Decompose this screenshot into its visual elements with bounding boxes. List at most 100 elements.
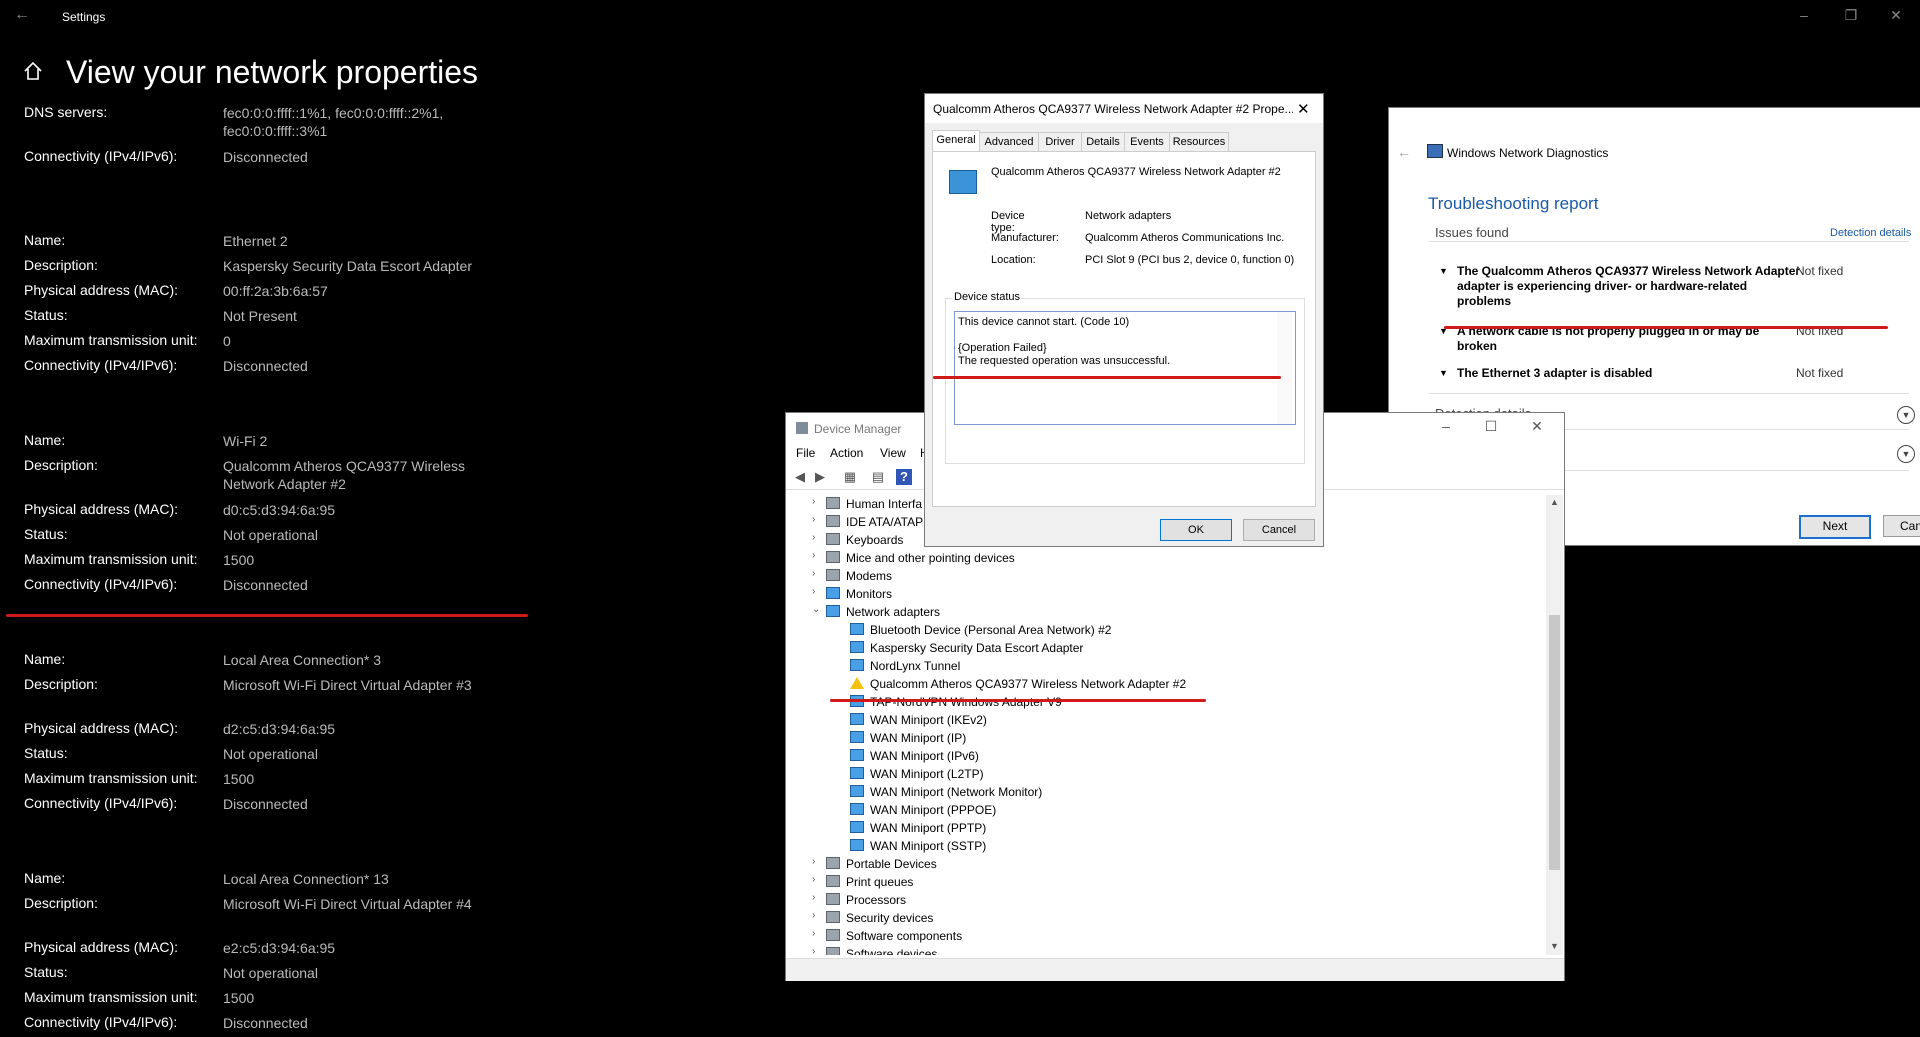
chevron-right-icon[interactable]: › [812, 856, 822, 867]
close-icon[interactable]: ✕ [1881, 7, 1911, 24]
chevron-down-icon[interactable]: ▼ [1897, 406, 1915, 424]
property-label: DNS servers: [24, 104, 108, 120]
chevron-right-icon[interactable]: › [812, 892, 822, 903]
tab-events[interactable]: Events [1124, 132, 1170, 151]
network-adapter-icon [850, 731, 864, 743]
scroll-thumb[interactable] [1549, 615, 1560, 870]
forward-arrow-icon[interactable]: ▶ [812, 469, 828, 485]
collapse-triangle-icon[interactable]: ▼ [1439, 266, 1448, 276]
menu-view[interactable]: View [880, 446, 906, 460]
console-tree-icon[interactable]: ▦ [842, 469, 858, 485]
property-label: Connectivity (IPv4/IPv6): [24, 576, 178, 592]
network-adapter-icon [850, 713, 864, 725]
tab-details[interactable]: Details [1081, 132, 1125, 151]
warning-icon [850, 677, 864, 689]
property-label: Name: [24, 232, 66, 248]
page-title: View your network properties [66, 54, 479, 90]
tab-general[interactable]: General [932, 130, 980, 152]
scroll-up-icon[interactable]: ▲ [1546, 497, 1563, 507]
chevron-right-icon[interactable]: › [812, 514, 822, 525]
node-label: Kaspersky Security Data Escort Adapter [870, 641, 1084, 655]
network-adapter-icon [850, 821, 864, 833]
property-value: Not operational [223, 746, 318, 762]
annotation-underline [933, 376, 1281, 379]
network-adapter-icon [850, 803, 864, 815]
annotation-underline [830, 699, 1206, 702]
network-adapter-icon [850, 839, 864, 851]
cancel-button[interactable]: Cancel [1243, 519, 1315, 541]
collapse-triangle-icon[interactable]: ▼ [1439, 368, 1448, 378]
home-icon[interactable] [22, 60, 44, 82]
property-value: fec0:0:0:ffff::1%1, fec0:0:0:ffff::2%1, … [223, 105, 444, 139]
app-title: Windows Network Diagnostics [1447, 146, 1609, 160]
menu-action[interactable]: Action [830, 446, 863, 460]
chevron-right-icon[interactable]: › [812, 550, 822, 561]
status-line: The requested operation was unsuccessful… [958, 355, 1171, 367]
property-value: Not operational [223, 965, 318, 981]
node-label: Security devices [846, 911, 934, 925]
manufacturer-label: Manufacturer: [991, 232, 1059, 244]
issue-status: Not fixed [1796, 366, 1844, 380]
close-icon[interactable]: ✕ [1522, 418, 1552, 435]
next-button[interactable]: Next [1799, 515, 1871, 539]
minimize-icon[interactable]: – [1789, 7, 1819, 23]
node-label: WAN Miniport (Network Monitor) [870, 785, 1043, 799]
device-status-label: Device status [952, 291, 1023, 303]
chevron-right-icon[interactable]: › [812, 568, 822, 579]
node-label: Portable Devices [846, 857, 937, 871]
back-arrow-icon[interactable]: ◀ [792, 469, 808, 485]
tab-resources[interactable]: Resources [1169, 132, 1229, 151]
network-adapter-icon [850, 785, 864, 797]
vertical-scrollbar[interactable]: ▲ ▼ [1546, 495, 1563, 955]
chevron-down-icon[interactable]: ▼ [1897, 445, 1915, 463]
property-value: Kaspersky Security Data Escort Adapter [223, 258, 472, 274]
device-category-icon [826, 497, 840, 509]
property-value: 1500 [223, 552, 255, 568]
device-category-icon [826, 893, 840, 905]
property-label: Maximum transmission unit: [24, 332, 198, 348]
cancel-button[interactable]: Canc [1883, 515, 1920, 537]
tab-driver[interactable]: Driver [1038, 132, 1082, 151]
scroll-down-icon[interactable]: ▼ [1546, 941, 1563, 951]
location-label: Location: [991, 254, 1036, 266]
restore-icon[interactable]: ❐ [1836, 7, 1866, 24]
node-label: Qualcomm Atheros QCA9377 Wireless Networ… [870, 677, 1187, 691]
chevron-right-icon[interactable]: › [812, 874, 822, 885]
chevron-right-icon[interactable]: › [812, 532, 822, 543]
device-status-textbox[interactable]: This device cannot start. (Code 10) {Ope… [954, 311, 1296, 425]
property-label: Description: [24, 895, 98, 911]
back-arrow-icon[interactable]: ← [14, 6, 30, 24]
tab-advanced[interactable]: Advanced [979, 132, 1039, 151]
network-adapter-icon [826, 605, 840, 617]
status-line: {Operation Failed} [958, 342, 1047, 354]
chevron-right-icon[interactable]: › [812, 928, 822, 939]
settings-titlebar: ← Settings – ❐ ✕ [0, 0, 1920, 34]
chevron-right-icon[interactable]: › [812, 586, 822, 597]
minimize-icon[interactable]: – [1431, 418, 1461, 434]
back-arrow-icon[interactable]: ← [1397, 144, 1411, 160]
chevron-right-icon[interactable]: › [812, 496, 822, 507]
chevron-down-icon[interactable]: ⌄ [812, 604, 822, 615]
property-label: Description: [24, 676, 98, 692]
textbox-scrollbar[interactable] [1277, 312, 1293, 424]
node-label: Human Interfa [846, 497, 923, 511]
node-label: Network adapters [846, 605, 941, 619]
node-label: Monitors [846, 587, 893, 601]
maximize-icon[interactable]: ☐ [1476, 418, 1506, 435]
node-label: WAN Miniport (IKEv2) [870, 713, 987, 727]
property-value: d0:c5:d3:94:6a:95 [223, 502, 336, 518]
manufacturer-value: Qualcomm Atheros Communications Inc. [1085, 232, 1285, 244]
node-label: Software devices [846, 947, 938, 955]
close-icon[interactable]: ✕ [1297, 100, 1310, 118]
chevron-right-icon[interactable]: › [812, 910, 822, 921]
properties-icon[interactable]: ▤ [870, 469, 886, 485]
chevron-right-icon[interactable]: › [812, 946, 822, 955]
issue-text: The Qualcomm Atheros QCA9377 Wireless Ne… [1457, 264, 1801, 308]
detection-details-link[interactable]: Detection details [1830, 227, 1911, 239]
property-label: Name: [24, 432, 66, 448]
menu-file[interactable]: File [796, 446, 815, 460]
ok-button[interactable]: OK [1160, 519, 1232, 541]
node-label: TAP-NordVPN Windows Adapter V9 [870, 695, 1062, 709]
help-icon[interactable]: ? [896, 469, 912, 485]
report-heading: Troubleshooting report [1428, 194, 1599, 213]
